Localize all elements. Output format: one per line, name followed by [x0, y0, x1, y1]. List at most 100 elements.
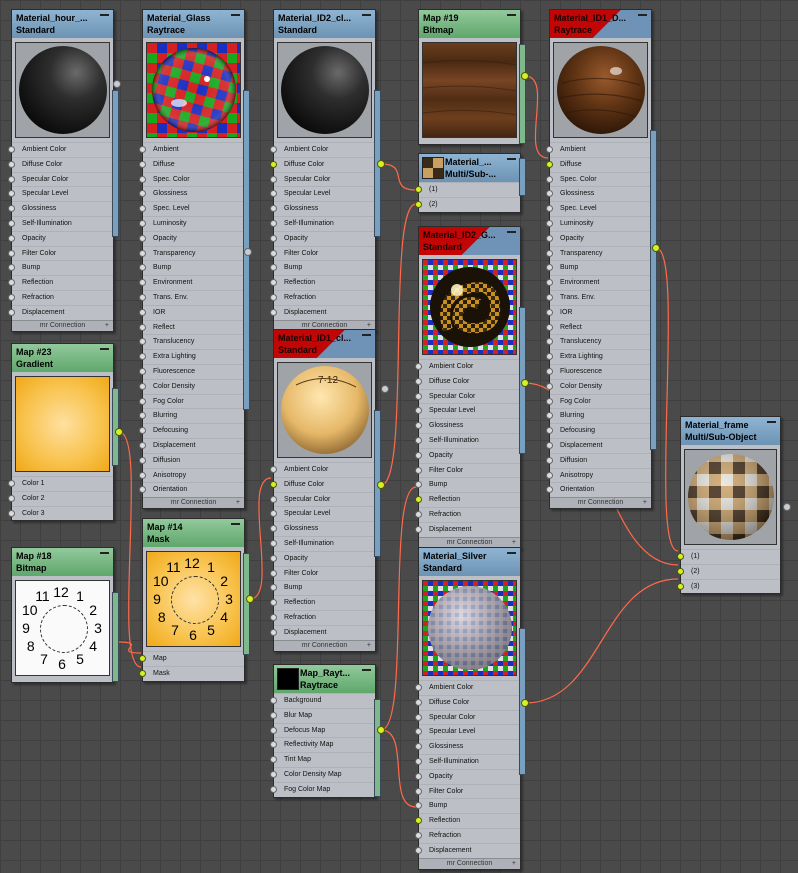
slot-color-density[interactable]: Color Density: [139, 378, 244, 394]
slot-opacity[interactable]: Opacity: [270, 550, 375, 566]
output-socket[interactable]: [783, 503, 791, 511]
slot-spec-color[interactable]: Spec. Color: [546, 171, 651, 187]
slot-specular-level[interactable]: Specular Level: [270, 186, 375, 201]
input-socket[interactable]: [415, 743, 422, 751]
input-socket[interactable]: [415, 728, 422, 736]
slot-orientation[interactable]: Orientation: [546, 482, 651, 497]
input-socket[interactable]: [270, 741, 277, 749]
node-header[interactable]: Material_ID1_cl... Standard: [274, 330, 375, 358]
plus-icon[interactable]: +: [367, 641, 371, 651]
minimize-icon[interactable]: [100, 348, 109, 350]
slot-reflection[interactable]: Reflection: [8, 275, 113, 290]
connection-wire[interactable]: [524, 578, 679, 704]
slot-blurring[interactable]: Blurring: [139, 408, 244, 423]
node-map-raytrace[interactable]: Map_Rayt... Raytrace Background Blur Map De…: [270, 664, 381, 798]
slot-displacement[interactable]: Displacement: [270, 624, 375, 640]
slot-bump[interactable]: Bump: [415, 477, 520, 492]
input-socket[interactable]: [8, 480, 15, 487]
minimize-icon[interactable]: [638, 14, 647, 16]
input-socket[interactable]: [546, 146, 553, 153]
minimize-icon[interactable]: [231, 14, 240, 16]
mr-connection[interactable]: mr Connection +: [274, 639, 375, 651]
input-socket[interactable]: [270, 770, 277, 778]
slot-reflection[interactable]: Reflection: [270, 275, 375, 290]
output-bar[interactable]: [243, 553, 250, 655]
slot-opacity[interactable]: Opacity: [415, 768, 520, 784]
node-header[interactable]: Material_Silver Standard: [419, 548, 520, 576]
slot-spec-color[interactable]: Spec. Color: [139, 171, 244, 187]
input-socket[interactable]: [8, 205, 15, 213]
input-socket[interactable]: [415, 698, 422, 706]
minimize-icon[interactable]: [362, 669, 371, 671]
slot-specular-color[interactable]: Specular Color: [415, 709, 520, 725]
input-socket[interactable]: [139, 412, 146, 420]
input-socket[interactable]: [415, 772, 422, 780]
slot-fog-color-map[interactable]: Fog Color Map: [270, 781, 375, 797]
node-material-glass[interactable]: Material_Glass Raytrace Ambient Diffuse Spe…: [139, 9, 250, 510]
node-material-id1-cl[interactable]: Material_ID1_cl... Standard 7·12 Ambient …: [270, 329, 381, 652]
input-socket[interactable]: [139, 367, 146, 375]
input-socket[interactable]: [139, 441, 146, 449]
connection-wire[interactable]: [655, 247, 679, 552]
input-socket[interactable]: [415, 713, 422, 721]
input-socket[interactable]: [270, 175, 277, 183]
slot-1[interactable]: (1): [677, 549, 780, 564]
slot-bump[interactable]: Bump: [139, 260, 244, 275]
input-socket[interactable]: [8, 219, 15, 227]
input-socket[interactable]: [546, 264, 553, 272]
slot-ior[interactable]: IOR: [139, 304, 244, 320]
slot-luminosity[interactable]: Luminosity: [139, 215, 244, 231]
input-socket[interactable]: [139, 669, 146, 677]
output-bar[interactable]: [519, 158, 526, 196]
node-material-hour[interactable]: Material_hour_... Standard Ambient Color D…: [8, 9, 119, 332]
plus-icon[interactable]: +: [643, 498, 647, 508]
slot-trans-env[interactable]: Trans. Env.: [139, 289, 244, 305]
slot-specular-color[interactable]: Specular Color: [415, 388, 520, 404]
slot-glossiness[interactable]: Glossiness: [270, 201, 375, 216]
output-socket[interactable]: [652, 244, 660, 252]
minimize-icon[interactable]: [507, 14, 516, 16]
slot-diffuse-color[interactable]: Diffuse Color: [415, 694, 520, 710]
node-header[interactable]: Material_ID2_cl... Standard: [274, 10, 375, 38]
slot-color-density-map[interactable]: Color Density Map: [270, 766, 375, 782]
node-header[interactable]: Map #23 Gradient: [12, 344, 113, 372]
input-socket[interactable]: [270, 279, 277, 287]
slot-self-illumination[interactable]: Self-Illumination: [270, 535, 375, 551]
input-socket[interactable]: [139, 382, 146, 390]
slot-extra-lighting[interactable]: Extra Lighting: [546, 349, 651, 364]
input-socket[interactable]: [270, 160, 277, 168]
node-material-id1-d[interactable]: Material_ID1_D... Raytrace Ambient Diffuse…: [546, 9, 657, 510]
slot-ambient[interactable]: Ambient: [546, 142, 651, 157]
slot-glossiness[interactable]: Glossiness: [8, 201, 113, 216]
slot-environment[interactable]: Environment: [546, 275, 651, 290]
input-socket[interactable]: [270, 219, 277, 227]
connection-wire[interactable]: [524, 75, 549, 159]
slot-color-2[interactable]: Color 2: [8, 490, 113, 506]
input-socket[interactable]: [270, 554, 277, 562]
input-socket[interactable]: [139, 175, 146, 183]
input-socket[interactable]: [270, 205, 277, 213]
input-socket[interactable]: [270, 249, 277, 257]
input-socket[interactable]: [677, 582, 684, 590]
output-socket[interactable]: [521, 379, 529, 387]
slot-displacement[interactable]: Displacement: [415, 521, 520, 537]
input-socket[interactable]: [139, 338, 146, 346]
node-header[interactable]: Material_Glass Raytrace: [143, 10, 244, 38]
slot-defocusing[interactable]: Defocusing: [546, 423, 651, 438]
minimize-icon[interactable]: [507, 552, 516, 554]
slot-luminosity[interactable]: Luminosity: [546, 215, 651, 231]
input-socket[interactable]: [270, 599, 277, 607]
slot-bump[interactable]: Bump: [415, 798, 520, 813]
input-socket[interactable]: [8, 264, 15, 272]
slot-diffuse-color[interactable]: Diffuse Color: [270, 156, 375, 172]
input-socket[interactable]: [8, 249, 15, 257]
input-socket[interactable]: [546, 353, 553, 361]
input-socket[interactable]: [415, 757, 422, 765]
slot-specular-level[interactable]: Specular Level: [415, 724, 520, 739]
input-socket[interactable]: [415, 525, 422, 533]
output-socket[interactable]: [381, 385, 389, 393]
slot-environment[interactable]: Environment: [139, 275, 244, 290]
input-socket[interactable]: [677, 567, 684, 575]
minimize-icon[interactable]: [767, 421, 776, 423]
slot-displacement[interactable]: Displacement: [8, 304, 113, 320]
